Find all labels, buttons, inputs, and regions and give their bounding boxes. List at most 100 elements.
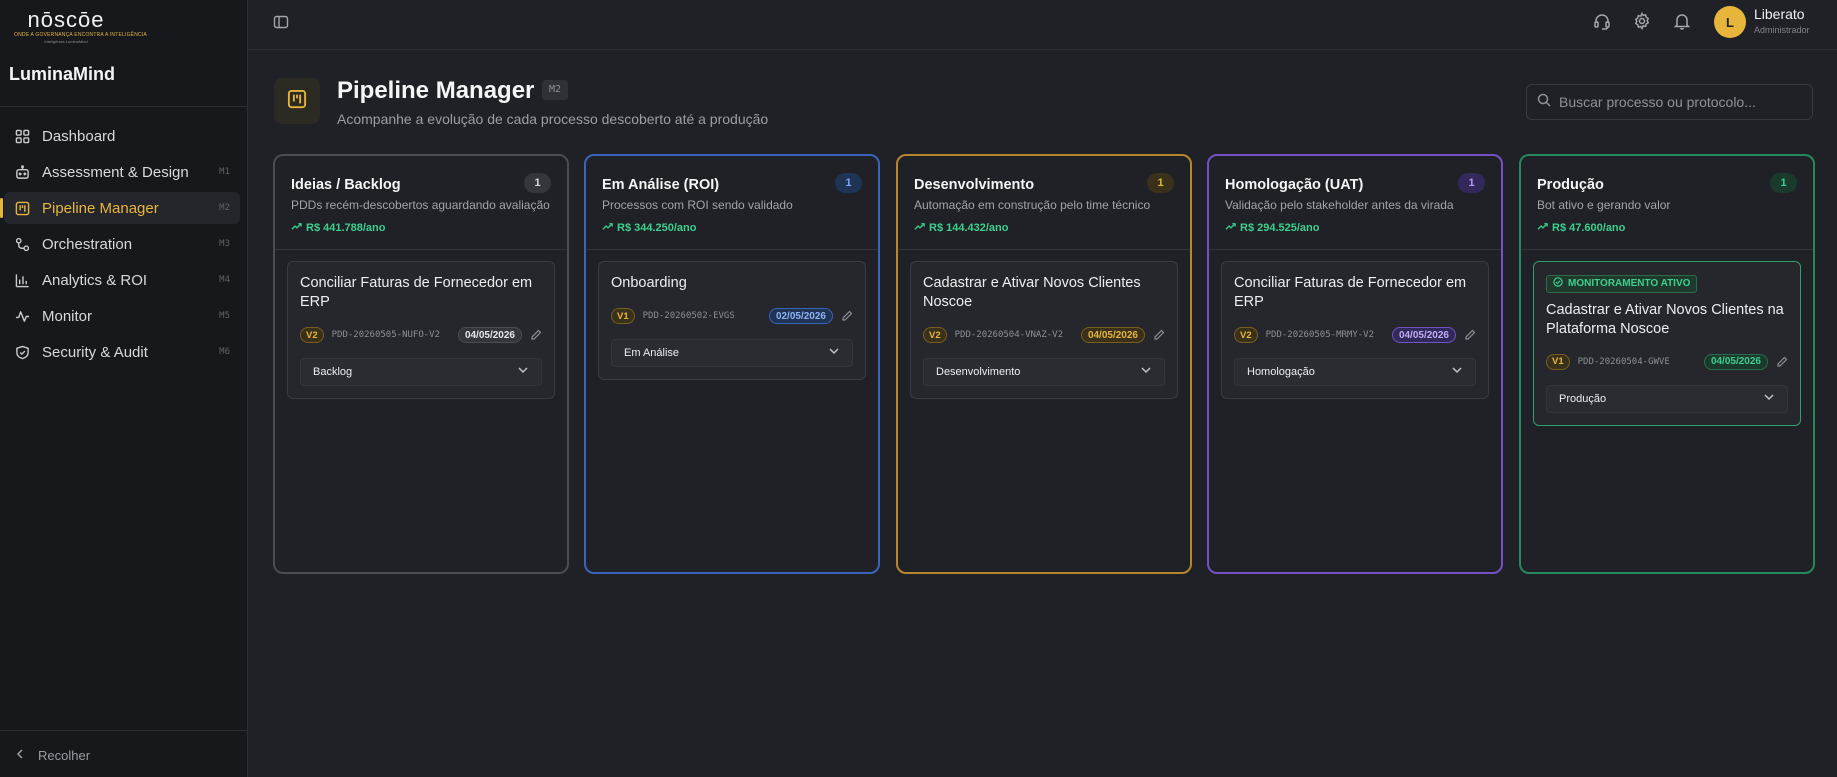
search-icon [1537,93,1559,112]
column-count-badge: 1 [524,173,551,193]
chevron-left-icon [14,748,26,763]
process-card[interactable]: Onboarding V1 PDD-20260502-EVGS 02/05/20… [598,261,866,380]
column-header: Ideias / Backlog 1 PDDs recém-descoberto… [275,156,567,250]
column-title: Em Análise (ROI) [602,177,720,193]
sidebar-divider [0,730,248,731]
kanban-column-desenvolvimento: Desenvolvimento 1 Automação em construçã… [896,154,1192,574]
edit-icon[interactable] [1464,328,1476,346]
stage-select[interactable]: Backlog [300,358,542,386]
page-subtitle: Acompanhe a evolução de cada processo de… [337,111,769,127]
column-value: R$ 441.788/ano [291,221,386,235]
column-count-badge: 1 [835,173,862,193]
sidebar-item-label: Orchestration [42,235,133,253]
sidebar-item-label: Monitor [42,307,93,325]
stage-select-value: Backlog [313,366,353,378]
stage-select-value: Produção [1559,392,1607,405]
sidebar-item-security[interactable]: Security & Audit M6 [4,336,240,368]
pdd-protocol: PDD-20260504-VNAZ-V2 [954,330,1063,340]
stage-select[interactable]: Homologação [1234,358,1476,386]
date-badge: 04/05/2026 [1080,327,1145,343]
kanban-column-backlog: Ideias / Backlog 1 PDDs recém-descoberto… [273,154,569,574]
edit-icon[interactable] [530,328,542,346]
stage-select-value: Homologação [1247,366,1315,378]
column-value-text: R$ 294.525/ano [1240,222,1320,234]
search-input[interactable] [1559,94,1799,110]
settings-button[interactable] [1631,11,1653,34]
process-card[interactable]: Conciliar Faturas de Fornecedor em ERP V… [287,261,555,399]
sidebar-item-dashboard[interactable]: Dashboard [4,120,240,152]
stage-select[interactable]: Desenvolvimento [923,358,1165,386]
column-title: Homologação (UAT) [1225,177,1364,193]
kanban-column-producao: Produção 1 Bot ativo e gerando valor R$ … [1519,154,1815,574]
sidebar: nōscōe ONDE A GOVERNANÇA ENCONTRA A INTE… [0,0,248,777]
edit-icon[interactable] [841,309,853,327]
version-badge: V2 [1234,327,1258,343]
toggle-sidebar-button[interactable] [270,13,292,35]
card-title: Cadastrar e Ativar Novos Clientes na Pla… [1546,301,1784,337]
trending-up-icon [291,221,302,235]
date-badge: 04/05/2026 [1391,327,1456,343]
chevron-down-icon [1763,390,1775,408]
stage-select[interactable]: Produção [1546,384,1788,413]
trending-up-icon [1537,221,1548,235]
kanban-column-homologacao: Homologação (UAT) 1 Validação pelo stake… [1207,154,1503,574]
column-description: PDDs recém-descobertos aguardando avalia… [291,198,550,212]
sidebar-item-code: M5 [219,311,230,321]
sidebar-nav: Dashboard Assessment & Design M1 Pipelin… [0,120,248,372]
stage-select-value: Desenvolvimento [936,366,1021,378]
stage-select-value: Em Análise [624,347,680,359]
sidebar-divider [0,106,248,107]
module-code-badge: M2 [542,80,569,100]
sidebar-item-analytics[interactable]: Analytics & ROI M4 [4,264,240,296]
sidebar-item-orchestration[interactable]: Orchestration M3 [4,228,240,260]
sidebar-item-monitor[interactable]: Monitor M5 [4,300,240,332]
avatar[interactable]: L [1714,6,1746,38]
process-card[interactable]: Cadastrar e Ativar Novos Clientes Noscoe… [910,261,1178,399]
edit-icon[interactable] [1153,328,1165,346]
check-circle-icon [1553,277,1563,290]
bell-icon [1673,12,1691,35]
column-description: Validação pelo stakeholder antes da vira… [1225,198,1454,212]
brand-name: LuminaMind [9,64,115,84]
logo-sub: Inteligência LuminaMind [44,39,88,44]
collapse-label: Recolher [38,748,91,763]
page-title: Pipeline Manager [337,77,535,104]
notifications-button[interactable] [1671,12,1693,34]
sidebar-item-code: M3 [219,239,230,249]
search-box[interactable] [1526,84,1813,120]
process-card[interactable]: MONITORAMENTO ATIVO Cadastrar e Ativar N… [1533,261,1801,426]
edit-icon[interactable] [1776,355,1788,373]
card-title: Conciliar Faturas de Fornecedor em ERP [1234,275,1467,310]
stage-select[interactable]: Em Análise [611,339,853,367]
pdd-protocol: PDD-20260504-GWVE [1577,356,1670,367]
panel-left-icon [273,14,289,35]
sidebar-item-label: Assessment & Design [42,163,189,181]
collapse-sidebar-button[interactable]: Recolher [14,748,90,763]
sidebar-item-label: Dashboard [42,127,116,145]
chevron-down-icon [517,363,529,381]
logo-word: nōscōe [27,7,105,32]
noscoe-logo[interactable]: nōscōe ONDE A GOVERNANÇA ENCONTRA A INTE… [14,7,147,48]
sidebar-item-assessment[interactable]: Assessment & Design M1 [4,156,240,188]
column-count-badge: 1 [1147,173,1174,193]
chevron-down-icon [1140,363,1152,381]
user-name[interactable]: Liberato [1754,6,1805,22]
trending-up-icon [1225,221,1236,235]
column-title: Produção [1537,177,1604,193]
kanban-column-analise: Em Análise (ROI) 1 Processos com ROI sen… [584,154,880,574]
column-value: R$ 344.250/ano [602,221,697,235]
bot-icon [14,164,30,180]
chevron-down-icon [1451,363,1463,381]
sidebar-item-pipeline-manager[interactable]: Pipeline Manager M2 [0,192,240,224]
sidebar-item-code: M4 [219,275,230,285]
card-meta: V1 PDD-20260502-EVGS 02/05/2026 [611,307,853,325]
bar-chart-icon [14,272,30,288]
column-value-text: R$ 47.600/ano [1552,222,1626,234]
column-value-text: R$ 144.432/ano [929,222,1009,234]
support-button[interactable] [1591,12,1613,34]
column-header: Produção 1 Bot ativo e gerando valor R$ … [1521,156,1813,250]
card-meta: V2 PDD-20260505-NUFO-V2 04/05/2026 [300,326,542,344]
column-title: Desenvolvimento [914,177,1035,193]
monitoring-active-label: MONITORAMENTO ATIVO [1568,278,1691,289]
process-card[interactable]: Conciliar Faturas de Fornecedor em ERP V… [1221,261,1489,399]
